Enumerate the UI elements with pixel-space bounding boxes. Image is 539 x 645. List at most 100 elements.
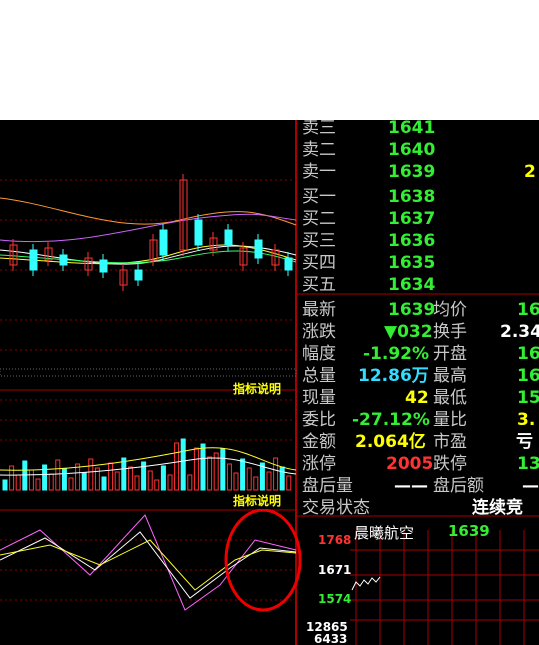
volume-bar: [42, 464, 48, 491]
volume-bar: [134, 475, 140, 491]
change-value: ▼032: [384, 322, 433, 342]
pct-value: -1.92%: [363, 344, 430, 364]
ask-2-label: 卖二: [302, 140, 336, 160]
amount-value: 2.064亿: [355, 432, 426, 452]
volume-bar: [207, 456, 213, 491]
bid-2-label: 买二: [302, 209, 336, 229]
latest-value: 1639: [388, 300, 436, 320]
volume-bar: [101, 476, 107, 491]
indicator-label-1[interactable]: 指标说明: [233, 380, 282, 397]
volume-bar: [28, 469, 34, 491]
volume-bar: [180, 438, 186, 491]
ma-line-purple: [0, 213, 297, 243]
turnover-label: 换手: [433, 322, 467, 342]
volume-bar: [193, 447, 199, 491]
volume-bar: [15, 474, 21, 491]
ask-1-volume: 2: [524, 162, 536, 182]
current-label: 现量: [302, 388, 336, 408]
bid-1-price[interactable]: 1638: [388, 186, 435, 208]
high-value: 16: [517, 366, 539, 386]
turnover-value: 2.34: [500, 322, 539, 342]
volume-bar: [279, 466, 285, 491]
ask-1-label: 卖一: [302, 162, 336, 182]
volume-bar: [75, 463, 81, 491]
status-label: 交易状态: [302, 498, 370, 518]
kdj-axis-low: 1574: [318, 592, 352, 606]
after-vol-label: 盘后量: [302, 476, 353, 496]
ask-2-price[interactable]: 1640: [388, 139, 435, 161]
stock-terminal: 指标说明 指标说明 1768 1671 1574 12865 6433 晨曦航空…: [0, 120, 539, 645]
volume-bar: [127, 466, 133, 491]
ask-3-price[interactable]: 1641: [388, 120, 435, 139]
volume-bar: [147, 470, 153, 491]
limit-up-value: 2005: [386, 454, 434, 474]
bid-5-label: 买五: [302, 275, 336, 295]
candle-body: [194, 219, 203, 246]
bid-4-price[interactable]: 1635: [388, 252, 435, 274]
kdj-line-d: [0, 539, 297, 591]
volume-bar: [167, 474, 173, 491]
bid-3-price[interactable]: 1636: [388, 230, 435, 252]
candle-body: [254, 239, 263, 259]
candle-body: [284, 257, 293, 271]
open-label: 开盘: [433, 344, 467, 364]
volume-bar: [246, 467, 252, 491]
volume-bar: [154, 479, 160, 491]
volume-bar: [233, 472, 239, 491]
ma-line-orange: [0, 197, 297, 226]
volume-bar: [174, 442, 180, 491]
mini-chart-price: 1639: [448, 522, 490, 540]
candle-body: [29, 249, 38, 271]
low-value: 15: [517, 388, 539, 408]
ma-line-yellow: [0, 244, 297, 265]
volume-bar: [88, 458, 94, 491]
volume-bar: [160, 465, 166, 491]
ask-1-price[interactable]: 1639: [388, 161, 435, 183]
mini-vol-mid: 6433: [314, 632, 348, 645]
open-value: 16: [517, 344, 539, 364]
pe-label: 市盈: [433, 432, 467, 452]
current-value: 42: [405, 388, 429, 408]
avg-value: 16: [517, 300, 539, 320]
pe-value: 亏: [516, 432, 533, 452]
candle-body: [59, 254, 68, 266]
volume-bar: [35, 478, 41, 491]
weibi-value: -27.12%: [352, 410, 430, 430]
volume-bar: [48, 473, 54, 491]
liangbi-value: 3.: [517, 410, 536, 430]
volume-bar: [55, 459, 61, 491]
limit-down-label: 跌停: [433, 454, 467, 474]
volume-bar: [187, 474, 193, 491]
volume-bar: [114, 471, 120, 491]
pct-label: 幅度: [302, 344, 336, 364]
amount-label: 金额: [302, 432, 336, 452]
high-label: 最高: [433, 366, 467, 386]
volume-bar: [61, 468, 67, 491]
volume-bar: [266, 471, 272, 491]
indicator-label-2[interactable]: 指标说明: [233, 492, 282, 509]
volume-bar: [240, 458, 246, 491]
candle-body: [224, 229, 233, 246]
kdj-axis-mid: 1671: [318, 563, 352, 577]
after-amt-value: —: [522, 476, 539, 496]
avg-label: 均价: [433, 300, 467, 320]
volume-bar: [2, 479, 8, 491]
volume-bar: [68, 477, 74, 491]
mini-chart-title[interactable]: 晨曦航空: [354, 522, 414, 543]
pattern-band: [0, 368, 297, 377]
volume-bar: [9, 465, 15, 491]
change-label: 涨跌: [302, 322, 336, 342]
limit-down-value: 13: [517, 454, 539, 474]
bid-5-price[interactable]: 1634: [388, 274, 435, 296]
weibi-label: 委比: [302, 410, 336, 430]
latest-label: 最新: [302, 300, 336, 320]
after-vol-value: ——: [394, 476, 428, 496]
kdj-line-j: [0, 514, 297, 611]
volume-bar: [81, 472, 87, 491]
volume-bar: [253, 476, 259, 491]
volume-bar: [220, 448, 226, 491]
bid-3-label: 买三: [302, 231, 336, 251]
ask-3-label: 卖三: [302, 120, 336, 138]
volume-bar: [200, 443, 206, 491]
bid-2-price[interactable]: 1637: [388, 208, 435, 230]
